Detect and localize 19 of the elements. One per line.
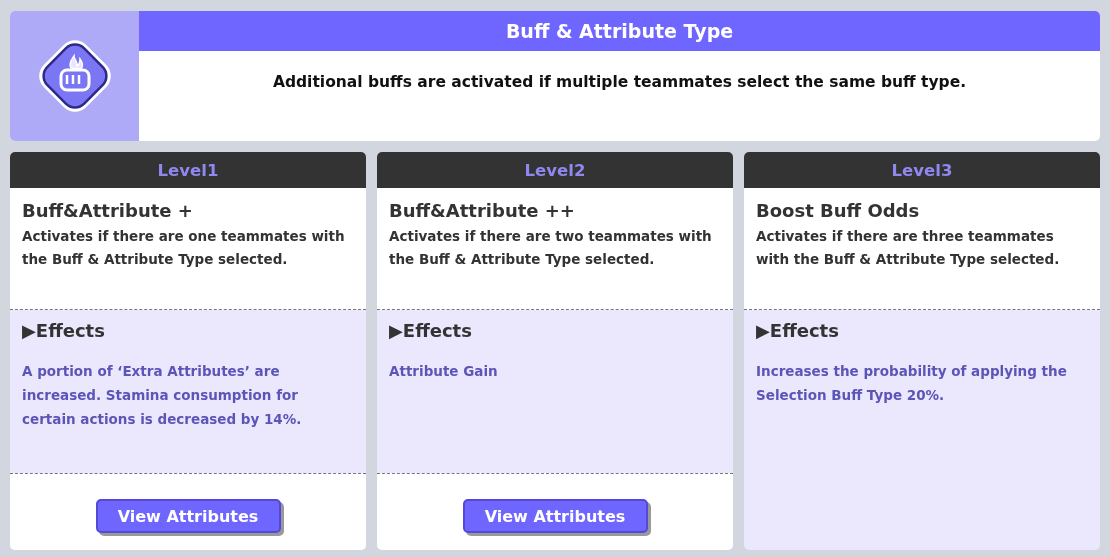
buff-name: Buff&Attribute ++ <box>389 200 576 221</box>
condition-text: Activates if there are two teammates with the Buff & Attribute Type selected. <box>389 227 713 269</box>
effect-text: Increases the probability of applying the Selection Buff Type 20%. <box>756 362 1068 405</box>
effect-text: Attribute Gain <box>389 362 499 381</box>
condition-text: Activates if there are one teammates with the Buff & Attribute Type selected. <box>22 227 346 269</box>
panel-title: Buff & Attribute Type <box>139 11 1100 51</box>
level-header: Level2 <box>377 152 733 188</box>
buff-name: Buff&Attribute + <box>22 200 194 221</box>
effects-heading: ▶Effects <box>756 320 840 341</box>
level-header: Level1 <box>10 152 366 188</box>
description-text: Additional buffs are activated if multiple teammates select the same buff type. <box>272 73 967 93</box>
effects-heading: ▶Effects <box>389 320 473 341</box>
effect-text: A portion of ‘Extra Attributes’ are increased. Stamina consumption for certain actions is decreased by 14%. <box>22 362 303 429</box>
buff-name: Boost Buff Odds <box>756 200 921 221</box>
view-attributes-button[interactable]: View Attributes <box>462 499 648 533</box>
level-header: Level3 <box>744 152 1100 188</box>
view-attributes-button[interactable]: View Attributes <box>95 499 281 533</box>
effects-heading: ▶Effects <box>22 320 106 341</box>
condition-text: Activates if there are three teammates with the Buff & Attribute Type selected. <box>756 227 1061 269</box>
